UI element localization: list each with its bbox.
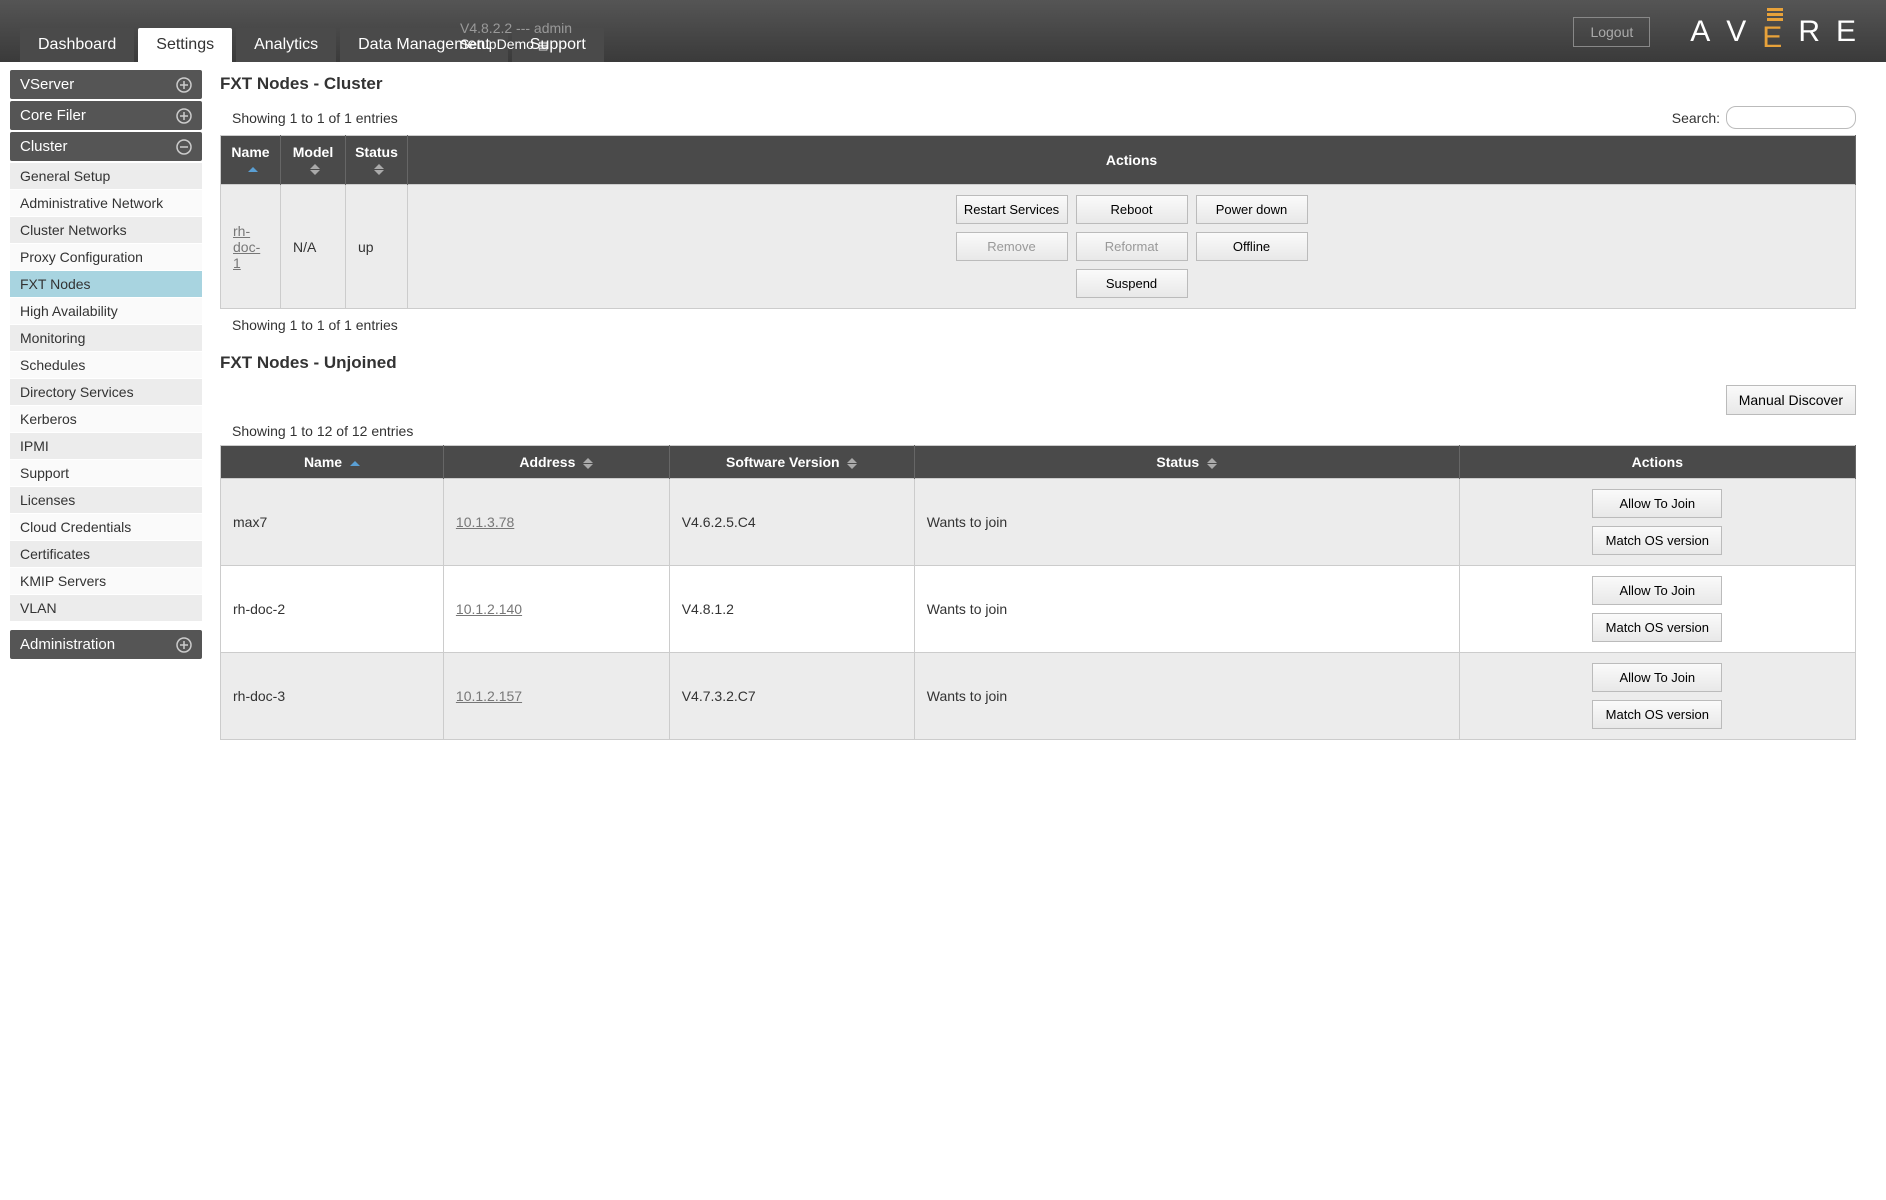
col-name[interactable]: Name <box>221 136 281 185</box>
tab-analytics[interactable]: Analytics <box>236 28 336 62</box>
sidebar-item-general-setup[interactable]: General Setup <box>10 163 202 190</box>
sort-icon <box>374 164 384 175</box>
sidebar-item-support[interactable]: Support <box>10 460 202 487</box>
sidebar-section-cluster[interactable]: Cluster <box>10 132 202 161</box>
search-input[interactable] <box>1726 106 1856 129</box>
col-model[interactable]: Model <box>281 136 346 185</box>
table-row: rh-doc-3 10.1.2.157 V4.7.3.2.C7Wants to jo… <box>221 653 1856 740</box>
version-string: V4.8.2.2 --- admin <box>460 20 572 36</box>
sidebar-item-kerberos[interactable]: Kerberos <box>10 406 202 433</box>
allow-to-join-button[interactable]: Allow To Join <box>1592 663 1722 692</box>
match-os-version-button[interactable]: Match OS version <box>1592 526 1722 555</box>
sidebar-section-core-filer[interactable]: Core Filer <box>10 101 202 130</box>
sidebar-item-cluster-networks[interactable]: Cluster Networks <box>10 217 202 244</box>
logo: A V E R E <box>1690 8 1866 55</box>
sidebar-item-certificates[interactable]: Certificates <box>10 541 202 568</box>
sidebar-item-administrative-network[interactable]: Administrative Network <box>10 190 202 217</box>
sidebar-section-vserver[interactable]: VServer <box>10 70 202 99</box>
cell-model: N/A <box>281 185 346 309</box>
restart-services-button[interactable]: Restart Services <box>956 195 1068 224</box>
cell-status: up <box>346 185 408 309</box>
cell-status: Wants to join <box>914 479 1459 566</box>
match-os-version-button[interactable]: Match OS version <box>1592 700 1722 729</box>
table-row: max7 10.1.3.78 V4.6.2.5.C4Wants to join All… <box>221 479 1856 566</box>
sort-icon <box>1207 458 1217 469</box>
sidebar-item-proxy-configuration[interactable]: Proxy Configuration <box>10 244 202 271</box>
col-status[interactable]: Status <box>346 136 408 185</box>
col-status[interactable]: Status <box>914 446 1459 479</box>
content: FXT Nodes - Cluster Showing 1 to 1 of 1 … <box>220 70 1876 740</box>
sidebar-item-schedules[interactable]: Schedules <box>10 352 202 379</box>
sidebar-item-fxt-nodes[interactable]: FXT Nodes <box>10 271 202 298</box>
col-address[interactable]: Address <box>443 446 669 479</box>
cell-status: Wants to join <box>914 566 1459 653</box>
cell-version: V4.8.1.2 <box>669 566 914 653</box>
main: VServerCore FilerClusterGeneral SetupAdm… <box>0 62 1886 748</box>
sort-icon <box>350 461 360 466</box>
address-link[interactable]: 10.1.2.157 <box>456 688 522 704</box>
tab-settings[interactable]: Settings <box>138 28 232 62</box>
cluster-showing-top: Showing 1 to 1 of 1 entries <box>232 110 398 126</box>
sidebar-item-kmip-servers[interactable]: KMIP Servers <box>10 568 202 595</box>
cell-name: rh-doc-2 <box>221 566 444 653</box>
setup-name[interactable]: SetupDemo ▤ <box>460 36 572 52</box>
sidebar-item-cloud-credentials[interactable]: Cloud Credentials <box>10 514 202 541</box>
sidebar-section-administration[interactable]: Administration <box>10 630 202 659</box>
table-row: rh-doc-1 N/A up Restart Services Reboot … <box>221 185 1856 309</box>
tab-dashboard[interactable]: Dashboard <box>20 28 134 62</box>
cell-version: V4.6.2.5.C4 <box>669 479 914 566</box>
col-actions: Actions <box>408 136 1856 185</box>
manual-discover-button[interactable]: Manual Discover <box>1726 385 1856 415</box>
offline-button[interactable]: Offline <box>1196 232 1308 261</box>
cluster-showing-bottom: Showing 1 to 1 of 1 entries <box>232 317 1856 333</box>
sidebar-item-licenses[interactable]: Licenses <box>10 487 202 514</box>
cell-version: V4.7.3.2.C7 <box>669 653 914 740</box>
sidebar: VServerCore FilerClusterGeneral SetupAdm… <box>10 70 202 740</box>
plus-icon <box>176 637 192 653</box>
allow-to-join-button[interactable]: Allow To Join <box>1592 576 1722 605</box>
unjoined-showing: Showing 1 to 12 of 12 entries <box>232 423 1856 439</box>
suspend-button[interactable]: Suspend <box>1076 269 1188 298</box>
address-link[interactable]: 10.1.3.78 <box>456 514 514 530</box>
logo-bars-icon <box>1767 8 1783 21</box>
cluster-table: Name Model Status Actions rh-d <box>220 135 1856 309</box>
sidebar-item-ipmi[interactable]: IPMI <box>10 433 202 460</box>
address-link[interactable]: 10.1.2.140 <box>456 601 522 617</box>
reboot-button[interactable]: Reboot <box>1076 195 1188 224</box>
allow-to-join-button[interactable]: Allow To Join <box>1592 489 1722 518</box>
cluster-title: FXT Nodes - Cluster <box>220 74 1856 94</box>
minus-icon <box>176 139 192 155</box>
sort-icon <box>310 164 320 175</box>
cell-name: max7 <box>221 479 444 566</box>
sidebar-item-directory-services[interactable]: Directory Services <box>10 379 202 406</box>
logout-button[interactable]: Logout <box>1573 17 1650 47</box>
remove-button[interactable]: Remove <box>956 232 1068 261</box>
cell-name: rh-doc-3 <box>221 653 444 740</box>
node-link[interactable]: rh-doc-1 <box>233 223 260 271</box>
search-label: Search: <box>1672 110 1720 126</box>
header: DashboardSettingsAnalyticsData Managemen… <box>0 0 1886 62</box>
plus-icon <box>176 77 192 93</box>
col-name[interactable]: Name <box>221 446 444 479</box>
match-os-version-button[interactable]: Match OS version <box>1592 613 1722 642</box>
sort-icon <box>847 458 857 469</box>
version-info: V4.8.2.2 --- admin SetupDemo ▤ <box>460 20 572 52</box>
sidebar-item-monitoring[interactable]: Monitoring <box>10 325 202 352</box>
plus-icon <box>176 108 192 124</box>
unjoined-title: FXT Nodes - Unjoined <box>220 353 1856 373</box>
col-actions: Actions <box>1459 446 1855 479</box>
cell-status: Wants to join <box>914 653 1459 740</box>
sidebar-item-vlan[interactable]: VLAN <box>10 595 202 622</box>
reformat-button[interactable]: Reformat <box>1076 232 1188 261</box>
power-down-button[interactable]: Power down <box>1196 195 1308 224</box>
col-version[interactable]: Software Version <box>669 446 914 479</box>
dropdown-icon: ▤ <box>538 40 548 52</box>
unjoined-table: Name Address Software Version Status <box>220 445 1856 740</box>
sidebar-item-high-availability[interactable]: High Availability <box>10 298 202 325</box>
sort-icon <box>583 458 593 469</box>
sort-icon <box>248 167 258 172</box>
table-row: rh-doc-2 10.1.2.140 V4.8.1.2Wants to join A… <box>221 566 1856 653</box>
